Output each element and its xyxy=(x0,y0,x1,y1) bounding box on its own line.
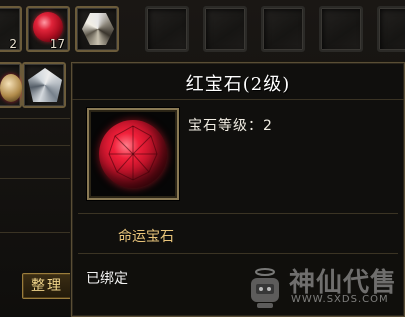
panel-divider xyxy=(0,145,72,146)
watermark-url: WWW.SXDS.COM xyxy=(291,294,389,305)
item-name: 红宝石(2级) xyxy=(185,74,291,95)
watermark: 神仙代售 WWW.SXDS.COM xyxy=(243,262,405,317)
panel-divider xyxy=(0,232,72,233)
gem-icon xyxy=(0,74,22,102)
inventory-slot-empty[interactable] xyxy=(261,6,305,52)
inventory-slot-empty[interactable] xyxy=(377,6,405,52)
inventory-slot-ruby[interactable]: 17 xyxy=(26,6,70,52)
robot-logo-icon xyxy=(251,268,279,308)
inventory-slot-partial-left-2[interactable] xyxy=(0,62,22,108)
bind-status: 已绑定 xyxy=(86,271,128,287)
item-count: 2 xyxy=(9,37,17,51)
game-inventory-screen: 2 17 整理 红宝石(2级) 宝石等级：2 命运宝石 已绑定 神仙代售 WWW… xyxy=(0,0,405,317)
inventory-slot-empty[interactable] xyxy=(203,6,247,52)
sort-inventory-button[interactable]: 整理 xyxy=(22,273,72,299)
hex-gem-icon xyxy=(82,13,114,45)
inventory-slot-empty[interactable] xyxy=(145,6,189,52)
inventory-slot-partial-left[interactable]: 2 xyxy=(0,6,22,52)
tooltip-divider xyxy=(78,253,398,254)
gem-facet-lines xyxy=(108,125,158,181)
item-icon-frame xyxy=(87,108,179,200)
panel-divider xyxy=(0,178,72,179)
inventory-slot-empty[interactable] xyxy=(319,6,363,52)
gem-level-text: 宝石等级：2 xyxy=(188,118,273,134)
panel-divider xyxy=(0,118,72,119)
tooltip-divider xyxy=(78,213,398,214)
tooltip-title-bar: 红宝石(2级) xyxy=(72,65,404,100)
diamond-gem-icon xyxy=(28,68,62,102)
inventory-slot-hex-gem[interactable] xyxy=(75,6,119,52)
inventory-slot-diamond[interactable] xyxy=(22,62,66,108)
item-count: 17 xyxy=(49,37,65,51)
gem-category: 命运宝石 xyxy=(118,229,174,245)
